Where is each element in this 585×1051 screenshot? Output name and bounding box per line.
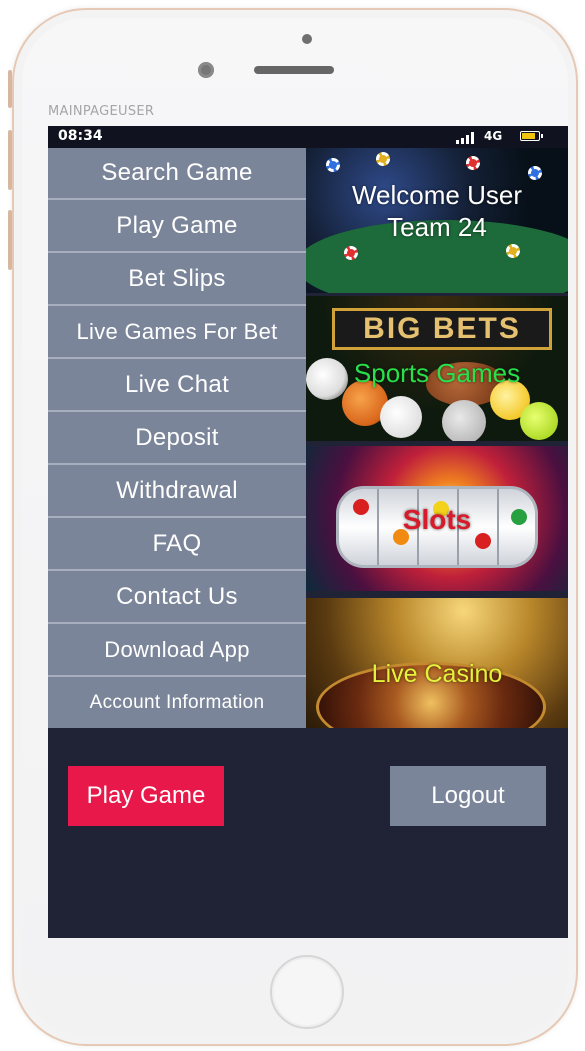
baseball-icon (380, 396, 422, 438)
front-camera-icon (198, 62, 214, 78)
menu-item-label: Play Game (116, 212, 238, 239)
status-time: 08:34 (58, 128, 103, 144)
menu-item-play-game[interactable]: Play Game (48, 201, 306, 253)
menu-item-live-chat[interactable]: Live Chat (48, 360, 306, 412)
chip-icon (326, 158, 340, 172)
phone-side-button (8, 210, 12, 270)
network-type: 4G (484, 129, 503, 143)
status-bar: 08:34 4G (48, 126, 568, 148)
menu-item-label: Download App (104, 637, 250, 662)
menu-item-label: Live Games For Bet (76, 319, 278, 344)
menu-item-bet-slips[interactable]: Bet Slips (48, 254, 306, 306)
menu-item-faq[interactable]: FAQ (48, 519, 306, 571)
big-bets-banner: BIG BETS (332, 308, 552, 350)
menu-item-label: Withdrawal (116, 477, 238, 504)
live-casino-tile[interactable]: Live Casino (306, 598, 568, 728)
slots-tile[interactable]: Slots (306, 446, 568, 591)
chip-icon (376, 152, 390, 166)
welcome-line-2: Team 24 (387, 212, 487, 242)
earpiece-speaker (254, 66, 334, 74)
menu-item-withdrawal[interactable]: Withdrawal (48, 466, 306, 518)
menu-item-label: FAQ (152, 530, 202, 557)
signal-icon (456, 132, 476, 144)
logout-button[interactable]: Logout (390, 766, 546, 826)
phone-side-button (8, 70, 12, 108)
battery-tip (541, 134, 543, 138)
bowling-ball-icon (442, 400, 486, 441)
battery-icon (520, 131, 540, 141)
slots-label: Slots (402, 504, 472, 535)
chip-icon (466, 156, 480, 170)
menu-item-label: Contact Us (116, 583, 238, 610)
menu-item-download-app[interactable]: Download App (48, 625, 306, 677)
phone-side-button (8, 130, 12, 190)
live-casino-label: Live Casino (371, 660, 503, 688)
side-menu: Search Game Play Game Bet Slips Live Gam… (48, 148, 306, 728)
menu-item-label: Search Game (101, 159, 253, 186)
phone-screen: 08:34 4G Search Game Play Game Bet Slips… (48, 126, 568, 938)
home-button[interactable] (270, 955, 344, 1029)
menu-item-deposit[interactable]: Deposit (48, 413, 306, 465)
game-tiles: Welcome User Team 24 BIG BETS Sports Gam… (306, 148, 568, 728)
menu-item-label: Deposit (135, 424, 219, 451)
page-label: MAINPAGEUSER (48, 104, 155, 119)
menu-item-label: Account Information (89, 692, 265, 713)
menu-item-live-games-for-bet[interactable]: Live Games For Bet (48, 307, 306, 359)
menu-item-account-information[interactable]: Account Information (48, 678, 306, 728)
play-game-button[interactable]: Play Game (68, 766, 224, 826)
menu-item-label: Live Chat (124, 371, 230, 398)
menu-item-label: Bet Slips (128, 265, 226, 292)
chip-icon (344, 246, 358, 260)
tennis-ball-icon (520, 402, 558, 440)
menu-item-search-game[interactable]: Search Game (48, 148, 306, 200)
sports-games-label: Sports Games (353, 358, 521, 388)
sports-games-tile[interactable]: BIG BETS Sports Games (306, 296, 568, 441)
chip-icon (506, 244, 520, 258)
menu-item-contact-us[interactable]: Contact Us (48, 572, 306, 624)
welcome-line-1: Welcome User (351, 180, 522, 210)
welcome-tile[interactable]: Welcome User Team 24 (306, 148, 568, 293)
chip-icon (528, 166, 542, 180)
front-sensor (302, 34, 312, 44)
